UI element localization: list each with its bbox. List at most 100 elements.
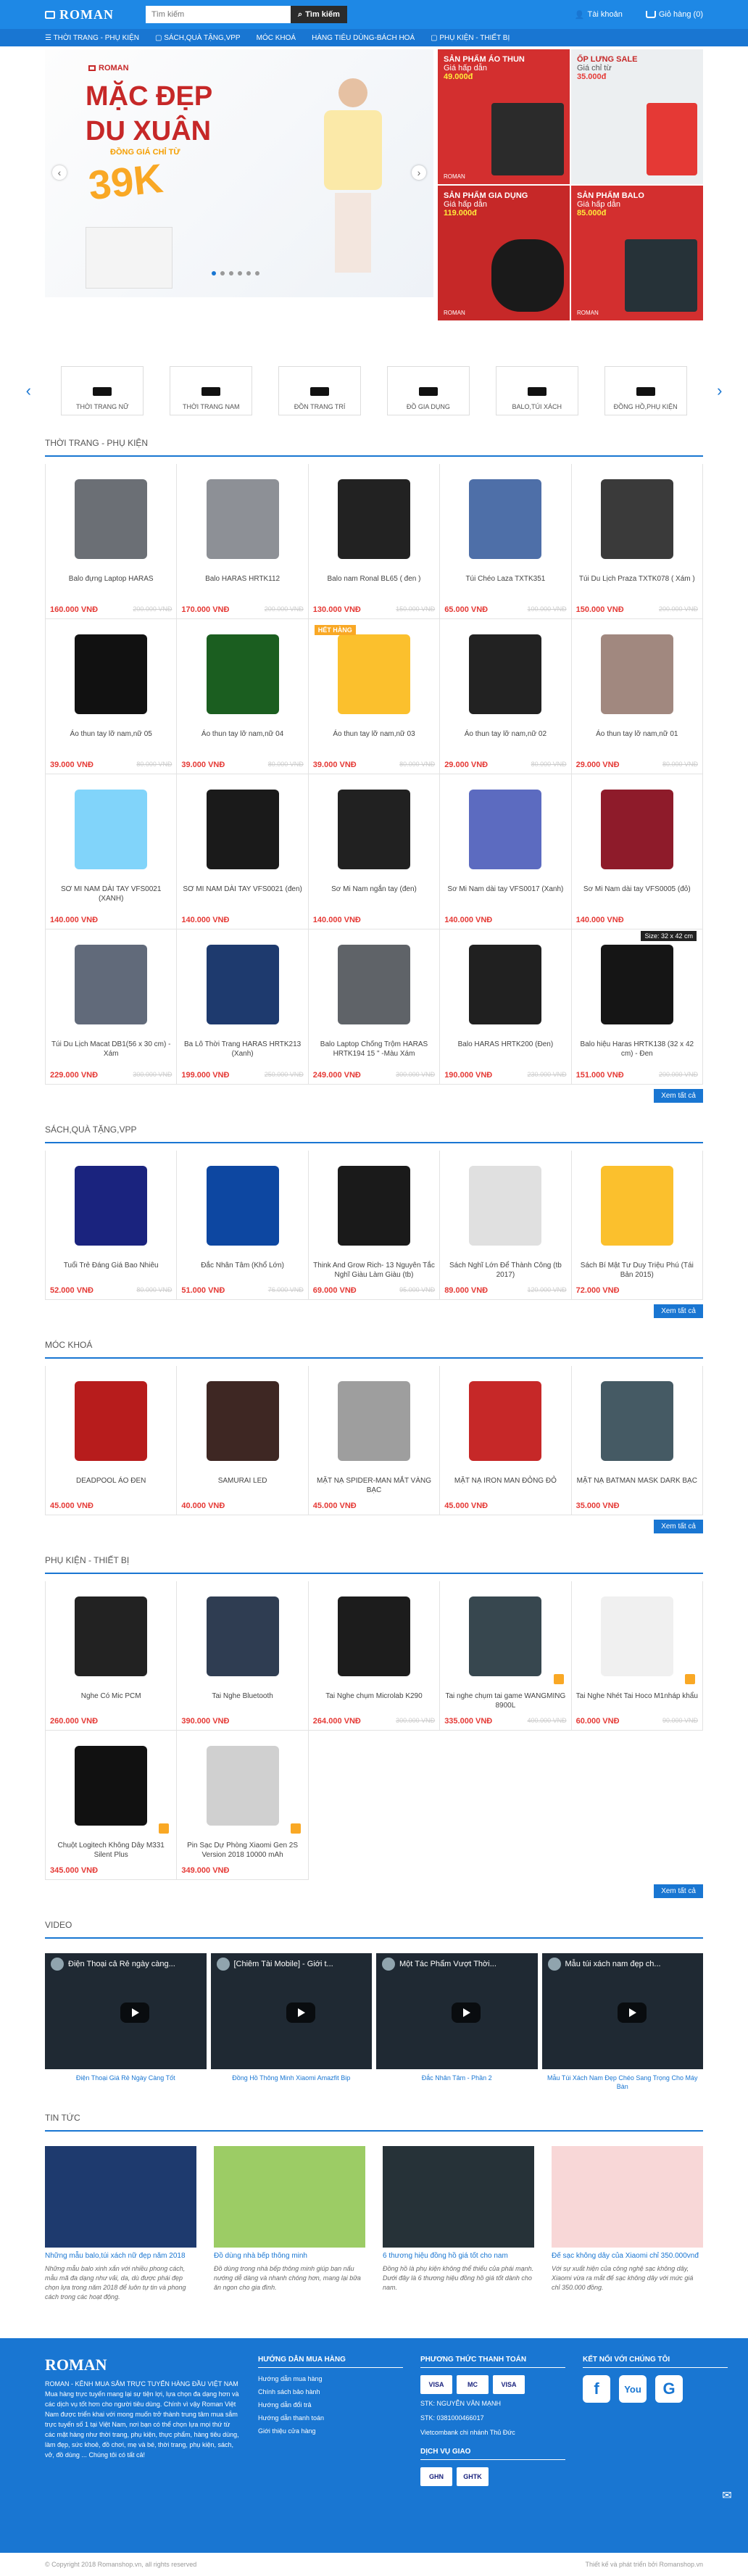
youtube-icon[interactable]: You (619, 2375, 647, 2403)
play-icon[interactable] (120, 2003, 149, 2023)
category-household[interactable]: ĐỒ GIA DỤNG (387, 366, 470, 415)
product-card[interactable]: Tai Nghe Nhét Tai Hoco M1nháp khẩu60.000… (572, 1581, 703, 1731)
product-card[interactable]: Tuổi Trẻ Đáng Giá Bao Nhiêu52.000 VNĐ80.… (46, 1151, 177, 1300)
product-name[interactable]: Sách Nghĩ Lớn Để Thành Công (tb 2017) (444, 1261, 566, 1280)
product-name[interactable]: Ba Lô Thời Trang HARAS HRTK213 (Xanh) (181, 1040, 303, 1059)
product-name[interactable]: Balo HARAS HRTK112 (181, 574, 303, 593)
product-card[interactable]: MẶT NẠ SPIDER-MAN MẮT VÀNG BẠC45.000 VNĐ (309, 1366, 440, 1515)
product-card[interactable]: Balo HARAS HRTK112170.000 VNĐ200.000 VNĐ (177, 464, 308, 619)
product-image[interactable] (444, 934, 566, 1035)
footer-logo[interactable]: ROMAN (45, 2356, 241, 2374)
product-card[interactable]: Nghe Có Mic PCM260.000 VNĐ (46, 1581, 177, 1731)
product-name[interactable]: Áo thun tay lỡ nam,nữ 05 (50, 729, 172, 748)
product-card[interactable]: Áo thun tay lỡ nam,nữ 0129.000 VNĐ80.000… (572, 619, 703, 774)
product-image[interactable] (50, 779, 172, 880)
product-name[interactable]: SƠ MI NAM DÀI TAY VFS0021 (XANH) (50, 885, 172, 903)
play-icon[interactable] (618, 2003, 647, 2023)
product-name[interactable]: MẶT NẠ BATMAN MASK DARK BẠC (576, 1476, 698, 1495)
product-image[interactable] (313, 779, 435, 880)
product-card[interactable]: HẾT HÀNGÁo thun tay lỡ nam,nữ 0339.000 V… (309, 619, 440, 774)
video-player[interactable]: Điện Thoại cả Rẻ ngày càng... (45, 1953, 207, 2069)
product-name[interactable]: Nghe Có Mic PCM (50, 1691, 172, 1710)
product-name[interactable]: Sơ Mi Nam dài tay VFS0017 (Xanh) (444, 885, 566, 903)
product-name[interactable]: Tai Nghe Bluetooth (181, 1691, 303, 1710)
category-bags[interactable]: BALO,TÚI XÁCH (496, 366, 578, 415)
product-name[interactable]: Áo thun tay lỡ nam,nữ 03 (313, 729, 435, 748)
promo-backpack[interactable]: SẢN PHẨM BALOGiá hấp dẫn85.000đ ROMAN (571, 186, 703, 320)
news-title[interactable]: Những mẫu balo,túi xách nữ đẹp năm 2018 (45, 2252, 196, 2260)
product-card[interactable]: Balo HARAS HRTK200 (Đen)190.000 VNĐ230.0… (440, 929, 571, 1085)
category-watches[interactable]: ĐỒNG HỒ,PHỤ KIỆN (604, 366, 687, 415)
category-women[interactable]: THỜI TRANG NỮ (61, 366, 144, 415)
product-card[interactable]: Sơ Mi Nam ngắn tay (đen)140.000 VNĐ (309, 774, 440, 929)
view-all-button[interactable]: Xem tất cả (654, 1884, 703, 1898)
footer-link[interactable]: Chính sách bảo hành (258, 2388, 403, 2395)
product-image[interactable] (444, 1155, 566, 1256)
product-image[interactable] (181, 1586, 303, 1687)
footer-link[interactable]: Hướng dẫn mua hàng (258, 2375, 403, 2382)
news-title[interactable]: 6 thương hiệu đồng hồ giá tốt cho nam (383, 2252, 534, 2260)
news-image[interactable] (214, 2146, 365, 2248)
video-item[interactable]: Điện Thoại cả Rẻ ngày càng... Điện Thoại … (45, 1953, 207, 2091)
product-name[interactable]: Túi Du Lịch Praza TXTK078 ( Xám ) (576, 574, 698, 593)
promo-household[interactable]: SẢN PHẨM GIA DỤNGGiá hấp dẫn119.000đ ROM… (438, 186, 570, 320)
product-name[interactable]: SƠ MI NAM DÀI TAY VFS0021 (đen) (181, 885, 303, 903)
product-card[interactable]: Chuột Logitech Không Dây M331 Silent Plu… (46, 1731, 177, 1880)
news-title[interactable]: Đế sạc không dây của Xiaomi chỉ 350.000v… (552, 2252, 703, 2260)
nav-item-keychain[interactable]: MÓC KHOÁ (257, 34, 296, 42)
slider-next-icon[interactable]: › (412, 165, 426, 180)
nav-item-books[interactable]: ▢ SÁCH,QUÀ TẶNG,VPP (155, 34, 241, 42)
product-image[interactable] (181, 468, 303, 570)
product-card[interactable]: Áo thun tay lỡ nam,nữ 0539.000 VNĐ80.000… (46, 619, 177, 774)
product-name[interactable]: SAMURAI LED (181, 1476, 303, 1495)
slider-dot[interactable] (220, 271, 225, 276)
product-image[interactable] (50, 1735, 172, 1836)
messenger-icon[interactable]: ✉ (715, 2484, 739, 2509)
product-card[interactable]: SƠ MI NAM DÀI TAY VFS0021 (XANH)140.000 … (46, 774, 177, 929)
slider-dot[interactable] (246, 271, 251, 276)
footer-link[interactable]: Hướng dẫn thanh toán (258, 2414, 403, 2422)
product-card[interactable]: Balo đựng Laptop HARAS160.000 VNĐ200.000… (46, 464, 177, 619)
product-image[interactable] (50, 1155, 172, 1256)
product-image[interactable] (50, 1586, 172, 1687)
product-name[interactable]: Áo thun tay lỡ nam,nữ 04 (181, 729, 303, 748)
product-name[interactable]: Think And Grow Rich- 13 Nguyên Tắc Nghĩ … (313, 1261, 435, 1280)
section-title[interactable]: SÁCH,QUÀ TẶNG,VPP (45, 1125, 703, 1143)
product-card[interactable]: Túi Chéo Laza TXTK35165.000 VNĐ100.000 V… (440, 464, 571, 619)
product-name[interactable]: MẶT NẠ SPIDER-MAN MẮT VÀNG BẠC (313, 1476, 435, 1495)
chevron-right-icon[interactable]: › (713, 381, 726, 400)
site-logo[interactable]: ROMAN (45, 7, 114, 22)
slider-dot[interactable] (255, 271, 259, 276)
product-image[interactable]: HẾT HÀNG (313, 624, 435, 725)
facebook-icon[interactable]: f (583, 2375, 610, 2403)
banner-slider[interactable]: ROMAN MẶC ĐẸP DU XUÂN ĐỒNG GIÁ CHỈ TỪ 39… (45, 49, 433, 297)
product-image[interactable] (181, 1370, 303, 1472)
product-name[interactable]: Pin Sạc Dự Phòng Xiaomi Gen 2S Version 2… (181, 1841, 303, 1860)
product-image[interactable] (181, 779, 303, 880)
product-name[interactable]: MẶT NẠ IRON MAN ĐỎNG ĐỎ (444, 1476, 566, 1495)
google-icon[interactable]: G (655, 2375, 683, 2403)
video-caption[interactable]: Đắc Nhân Tâm - Phần 2 (376, 2074, 538, 2082)
cart-link[interactable]: Giỏ hàng (0) (646, 10, 703, 19)
nav-item-household[interactable]: HÀNG TIÊU DÙNG-BÁCH HOÁ (312, 34, 415, 42)
view-all-button[interactable]: Xem tất cả (654, 1520, 703, 1533)
chevron-left-icon[interactable]: ‹ (22, 381, 35, 400)
product-name[interactable]: Balo đựng Laptop HARAS (50, 574, 172, 593)
account-link[interactable]: 👤Tài khoản (575, 10, 623, 20)
product-image[interactable] (444, 624, 566, 725)
video-item[interactable]: Mẫu túi xách nam đẹp ch...Mẫu Túi Xách N… (542, 1953, 704, 2091)
video-caption[interactable]: Điện Thoại Giá Rẻ Ngày Càng Tốt (45, 2074, 207, 2082)
view-all-button[interactable]: Xem tất cả (654, 1304, 703, 1318)
product-name[interactable]: Áo thun tay lỡ nam,nữ 01 (576, 729, 698, 748)
search-button[interactable]: ⌕Tìm kiếm (291, 6, 347, 23)
play-icon[interactable] (452, 2003, 481, 2023)
product-name[interactable]: Tuổi Trẻ Đáng Giá Bao Nhiêu (50, 1261, 172, 1280)
news-item[interactable]: Đế sạc không dây của Xiaomi chỉ 350.000v… (552, 2146, 703, 2302)
news-image[interactable] (45, 2146, 196, 2248)
category-decor[interactable]: ĐỒN TRANG TRÍ (278, 366, 361, 415)
product-image[interactable] (181, 1735, 303, 1836)
product-name[interactable]: Chuột Logitech Không Dây M331 Silent Plu… (50, 1841, 172, 1860)
product-card[interactable]: MẶT NẠ BATMAN MASK DARK BẠC35.000 VNĐ (572, 1366, 703, 1515)
product-name[interactable]: Túi Chéo Laza TXTK351 (444, 574, 566, 593)
product-card[interactable]: Sơ Mi Nam dài tay VFS0017 (Xanh)140.000 … (440, 774, 571, 929)
